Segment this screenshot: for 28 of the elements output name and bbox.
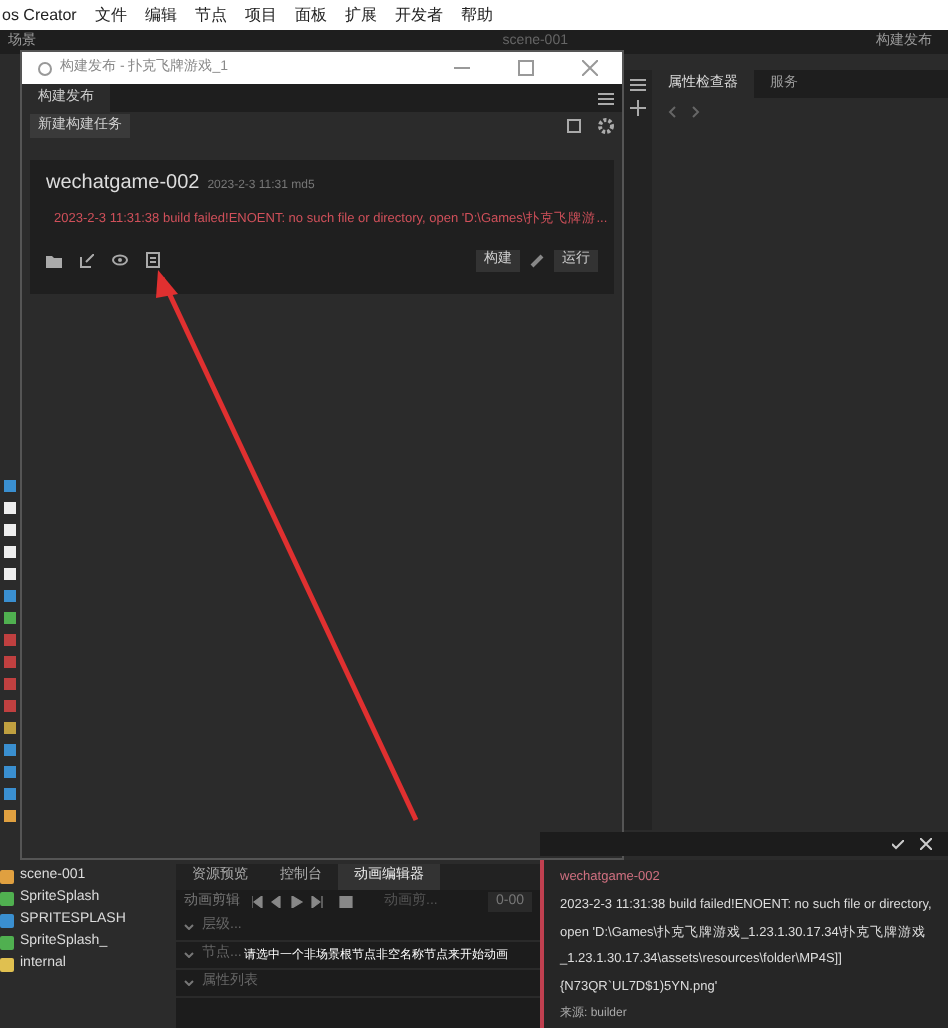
check-icon[interactable] (892, 839, 904, 849)
menu-icon[interactable] (630, 78, 646, 92)
folder-icon[interactable] (46, 253, 62, 268)
app-name: os Creator (2, 3, 77, 27)
app-icon (38, 61, 52, 75)
eye-icon[interactable] (112, 254, 128, 267)
expand-icon[interactable] (184, 924, 194, 930)
task-name: wechatgame-002 (46, 170, 200, 198)
menu-item[interactable]: 帮助 (460, 3, 493, 27)
expand-icon[interactable] (184, 980, 194, 986)
expand-icon[interactable] (184, 952, 194, 958)
menu-item[interactable]: 文件 (94, 3, 127, 27)
menu-item[interactable]: 编辑 (144, 3, 177, 27)
forward-icon[interactable] (692, 106, 700, 118)
edit-icon[interactable] (80, 253, 94, 268)
settings-icon[interactable] (598, 118, 614, 134)
menu-item[interactable]: 节点 (194, 3, 227, 27)
maximize-icon[interactable] (518, 60, 534, 76)
menu-item[interactable]: 面板 (294, 3, 327, 27)
plus-icon[interactable] (630, 100, 646, 116)
log-icon[interactable] (146, 252, 160, 269)
menu-item[interactable]: 项目 (244, 3, 277, 27)
close-icon[interactable] (920, 838, 932, 850)
menu-icon[interactable] (598, 91, 614, 105)
export-icon[interactable] (566, 118, 582, 134)
menu-item[interactable]: 扩展 (344, 3, 377, 27)
back-icon[interactable] (668, 106, 676, 118)
menu-item[interactable]: 开发者 (394, 3, 443, 27)
